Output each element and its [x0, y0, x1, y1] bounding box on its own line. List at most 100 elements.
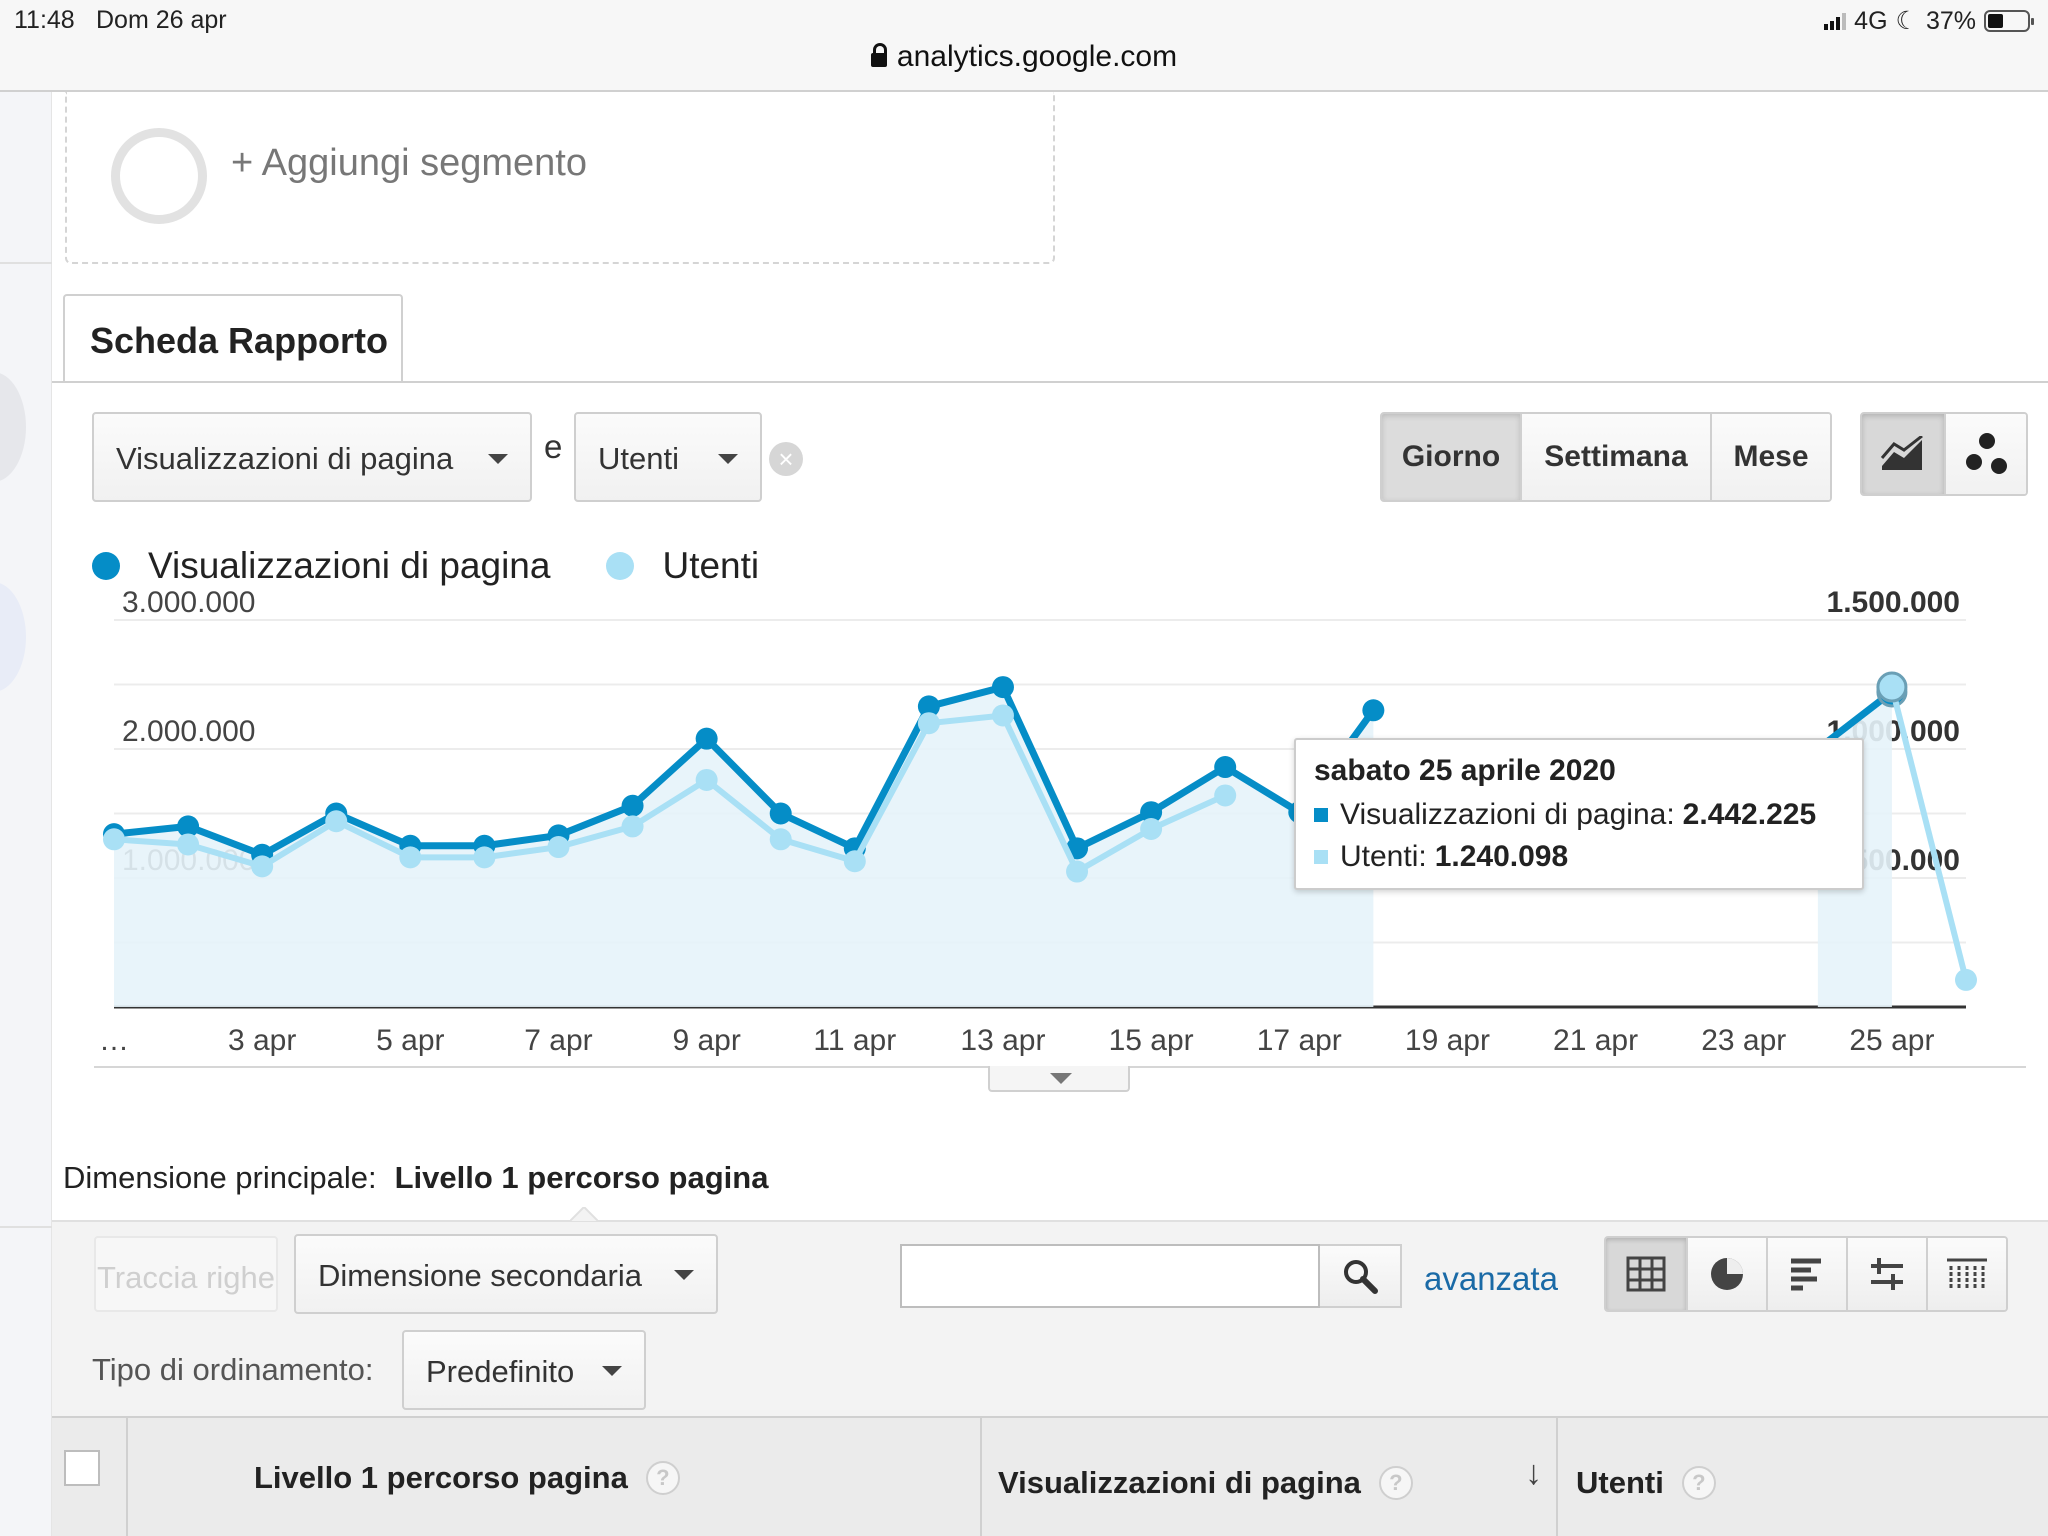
add-segment-box[interactable]: + Aggiungi segmento: [65, 92, 1055, 264]
data-point: [1140, 801, 1163, 824]
data-point: [177, 815, 200, 838]
secondary-dimension-select[interactable]: Dimensione secondaria: [294, 1234, 718, 1314]
pivot-view-button[interactable]: [1926, 1238, 2006, 1310]
column-label: Visualizzazioni di pagina: [998, 1465, 1361, 1500]
x-tick-label: 15 apr: [1109, 1024, 1194, 1057]
chart-collapse-handle[interactable]: [988, 1066, 1130, 1092]
period-week-button[interactable]: Settimana: [1520, 414, 1710, 500]
period-selector: Giorno Settimana Mese: [1380, 412, 1832, 502]
data-point: [1876, 671, 1908, 703]
column-label: Utenti: [1576, 1465, 1664, 1500]
legend-dot: [606, 552, 635, 580]
plot-rows-button[interactable]: Traccia righe: [94, 1236, 278, 1312]
search-button[interactable]: [1320, 1244, 1402, 1308]
line-chart-button[interactable]: [1862, 414, 1944, 494]
data-point: [991, 676, 1014, 699]
data-point: [473, 846, 496, 869]
x-tick-label: 25 apr: [1849, 1024, 1934, 1057]
tooltip-label: Visualizzazioni di pagina:: [1340, 798, 1675, 831]
primary-dimension-label: Dimensione principale:: [63, 1160, 377, 1195]
sort-type-select[interactable]: Predefinito: [402, 1330, 646, 1410]
table-view-selector: [1604, 1236, 2008, 1312]
x-tick-label: 11 apr: [813, 1024, 896, 1057]
help-icon[interactable]: ?: [1681, 1466, 1716, 1500]
x-tick-label: 5 apr: [376, 1024, 444, 1057]
y-tick-left: 1.000.000: [122, 844, 255, 877]
motion-chart-button[interactable]: [1944, 414, 2026, 494]
secondary-metric-label: Utenti: [598, 441, 679, 476]
left-nav-edge: [0, 92, 52, 1536]
sort-descending-icon[interactable]: ↓: [1525, 1454, 1542, 1493]
table-search-input[interactable]: [900, 1244, 1320, 1308]
column-header-page-path[interactable]: Livello 1 percorso pagina?: [128, 1418, 982, 1536]
performance-view-button[interactable]: [1766, 1238, 1846, 1310]
tab-report[interactable]: Scheda Rapporto: [63, 294, 403, 383]
data-point: [621, 794, 644, 817]
chevron-down-icon: [488, 454, 508, 464]
data-point: [177, 833, 200, 856]
metric-joiner: e: [544, 428, 563, 465]
data-point: [325, 810, 348, 833]
help-icon[interactable]: ?: [645, 1461, 680, 1495]
legend-item-pageviews[interactable]: Visualizzazioni di pagina: [92, 545, 550, 587]
dimension-pointer: [570, 1207, 598, 1221]
data-point: [1214, 756, 1237, 779]
tooltip-title: sabato 25 aprile 2020: [1314, 754, 1616, 787]
x-tick-label: 7 apr: [524, 1024, 592, 1057]
x-tick-label: 21 apr: [1553, 1024, 1638, 1057]
tooltip-row-pageviews: Visualizzazioni di pagina: 2.442.225: [1314, 798, 1862, 832]
tooltip-value: 2.442.225: [1682, 798, 1817, 831]
series-line: [113, 712, 1227, 875]
data-point: [695, 768, 718, 791]
add-segment-label: + Aggiungi segmento: [231, 142, 587, 184]
table-view-button[interactable]: [1606, 1238, 1686, 1310]
data-point: [991, 704, 1014, 727]
x-tick-label: 17 apr: [1257, 1024, 1342, 1057]
tooltip-label: Utenti:: [1340, 840, 1427, 873]
table-header: Livello 1 percorso pagina? Visualizzazio…: [52, 1416, 2048, 1536]
advanced-search-link[interactable]: avanzata: [1424, 1260, 1558, 1298]
data-point: [695, 727, 718, 750]
nav-avatar-fragment[interactable]: [0, 582, 26, 692]
data-point: [769, 802, 792, 825]
data-point: [103, 828, 125, 851]
moon-icon: ☾: [1895, 7, 1918, 35]
secondary-metric-select[interactable]: Utenti: [574, 412, 762, 502]
status-indicators: 4G ☾ 37%: [1824, 6, 2034, 36]
select-all-checkbox[interactable]: [64, 1450, 100, 1486]
x-tick-label: 13 apr: [960, 1024, 1045, 1057]
tooltip-swatch: [1314, 808, 1328, 822]
data-point: [621, 815, 644, 838]
data-point: [325, 802, 348, 825]
column-header-users[interactable]: Utenti?: [1558, 1418, 2048, 1536]
percentage-view-button[interactable]: [1686, 1238, 1766, 1310]
bar-chart-icon: [1791, 1258, 1821, 1291]
lock-icon: [870, 43, 887, 67]
data-point: [1214, 784, 1237, 807]
primary-metric-select[interactable]: Visualizzazioni di pagina: [92, 412, 532, 502]
x-tick-label: 19 apr: [1405, 1024, 1490, 1057]
nav-avatar-fragment[interactable]: [0, 372, 26, 482]
status-date: Dom 26 apr: [96, 6, 227, 34]
primary-metric-label: Visualizzazioni di pagina: [116, 441, 454, 476]
legend-item-users[interactable]: Utenti: [606, 545, 759, 587]
segment-circle-icon: [111, 128, 207, 224]
comparison-view-button[interactable]: [1846, 1238, 1926, 1310]
y-tick-left: 2.000.000: [122, 715, 255, 748]
signal-icon: [1824, 12, 1847, 30]
period-day-button[interactable]: Giorno: [1382, 414, 1520, 500]
tooltip-value: 1.240.098: [1434, 840, 1569, 873]
x-tick-label: …: [99, 1024, 129, 1057]
address-bar[interactable]: analytics.google.com: [0, 40, 2048, 74]
network-label: 4G: [1854, 6, 1888, 35]
help-icon[interactable]: ?: [1378, 1466, 1413, 1500]
y-tick-right: 500.000: [1852, 844, 1960, 877]
remove-metric-icon[interactable]: ×: [769, 442, 803, 476]
period-month-button[interactable]: Mese: [1710, 414, 1830, 500]
chart-tooltip: sabato 25 aprile 2020 Visualizzazioni di…: [1294, 738, 1864, 890]
data-point: [251, 855, 274, 878]
data-point: [1066, 837, 1089, 860]
data-point: [1955, 968, 1977, 991]
primary-dimension-value[interactable]: Livello 1 percorso pagina: [395, 1160, 769, 1195]
column-header-pageviews[interactable]: Visualizzazioni di pagina? ↓: [982, 1418, 1558, 1536]
